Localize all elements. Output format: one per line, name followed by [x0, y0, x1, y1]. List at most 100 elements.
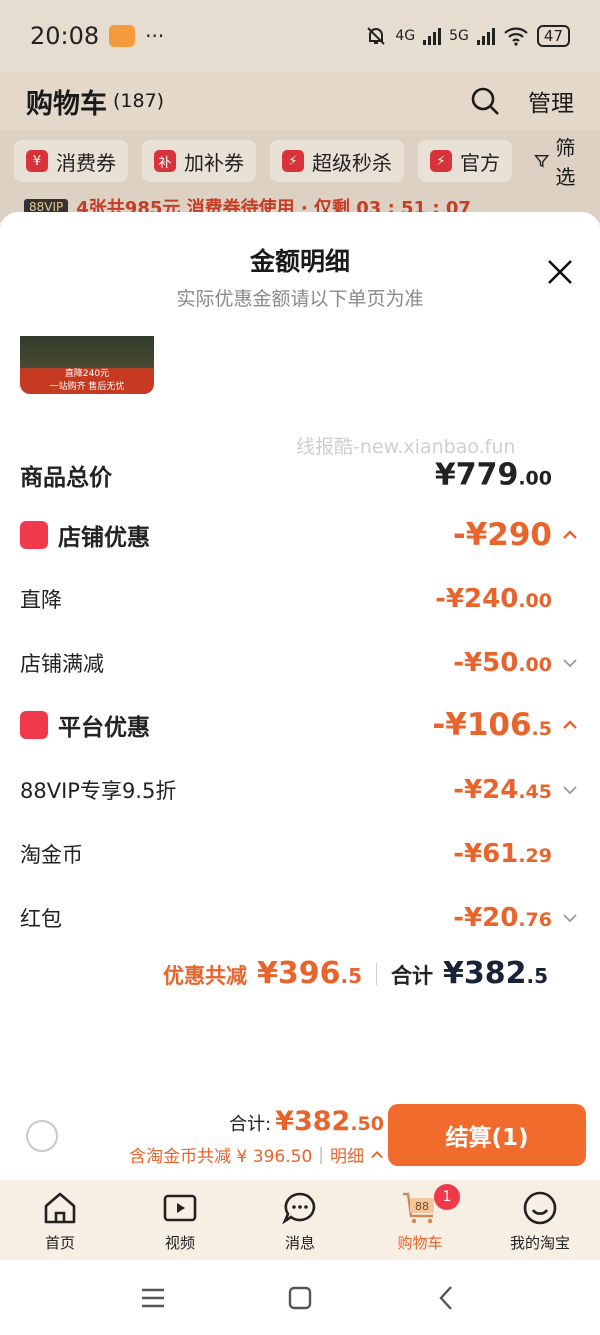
amount-dec: .5 — [526, 964, 548, 988]
chevron-down-icon[interactable] — [562, 782, 578, 798]
status-indicators: 4G 5G 47 — [365, 25, 570, 47]
cart-header: 购物车 (187) 管理 — [0, 72, 600, 130]
row-amount: -¥20.76 — [453, 903, 552, 933]
checkout-bar: 合计: ¥382.50 含淘金币共减 ¥ 396.50 | 明细 结算(1) — [0, 1094, 600, 1180]
amount-int: ¥779 — [434, 457, 519, 493]
store-icon — [20, 521, 48, 549]
checkout-total-value: ¥382.50 — [275, 1106, 384, 1137]
tab-label: 购物车 — [397, 1233, 443, 1252]
amount-dec: .00 — [518, 654, 552, 676]
home-square-icon[interactable] — [285, 1283, 315, 1313]
amount-dec: .5 — [531, 718, 552, 740]
row-label: 直降 — [20, 588, 62, 612]
tab-cart[interactable]: 88 1 购物车 — [360, 1180, 480, 1260]
discount-total-label: 优惠共减 — [162, 964, 247, 988]
profile-smile-icon — [523, 1191, 557, 1224]
search-icon[interactable] — [470, 86, 500, 116]
chevron-down-icon[interactable] — [562, 910, 578, 926]
row-amount: -¥240.00 — [435, 584, 552, 614]
divider — [375, 962, 377, 985]
row-label: 红包 — [20, 907, 62, 931]
select-all-checkbox[interactable] — [26, 1120, 58, 1152]
chip-flash-sale[interactable]: ⚡ 超级秒杀 — [270, 140, 404, 182]
chevron-down-icon[interactable] — [562, 655, 578, 671]
tab-video[interactable]: 视频 — [120, 1180, 240, 1260]
lightning-icon: ⚡ — [430, 150, 452, 172]
tab-home[interactable]: 首页 — [0, 1180, 120, 1260]
amount-dec: .50 — [350, 1113, 384, 1135]
row-label: 商品总价 — [20, 465, 112, 491]
row-platform-discount[interactable]: 平台优惠 -¥106.5 — [0, 700, 600, 750]
sheet-subtitle: 实际优惠金额请以下单页为准 — [176, 288, 424, 310]
chip-consumer-coupon[interactable]: ¥ 消费券 — [14, 140, 128, 182]
chip-label: 消费券 — [56, 150, 116, 175]
signal-icon — [423, 27, 442, 45]
thumb-slogan-text: 一站购齐 售后无忧 — [49, 382, 125, 392]
row-store-discount[interactable]: 店铺优惠 -¥290 — [0, 510, 600, 560]
network-4g-label: 4G — [395, 28, 416, 44]
app-notification-icon — [109, 25, 136, 47]
signal-icon — [476, 27, 495, 45]
system-nav-bar — [0, 1260, 600, 1335]
cart-item-count: (187) — [113, 90, 165, 112]
menu-icon[interactable] — [138, 1283, 168, 1313]
row-store-full-reduction[interactable]: 店铺满减 -¥50.00 — [0, 638, 600, 688]
wifi-icon — [504, 27, 528, 46]
amount-dec: .00 — [518, 590, 552, 612]
row-amount: -¥106.5 — [432, 707, 552, 743]
close-icon[interactable] — [546, 258, 574, 286]
manage-button[interactable]: 管理 — [528, 84, 574, 118]
lightning-icon: ⚡ — [282, 150, 304, 172]
row-direct-cut: 直降 -¥240.00 — [0, 574, 600, 624]
amount-dec: .76 — [518, 909, 552, 931]
row-amount: ¥779.00 — [435, 458, 552, 493]
tab-messages[interactable]: 消息 — [240, 1180, 360, 1260]
discount-note-text: 含淘金币共减 ¥ 396.50 — [129, 1147, 313, 1167]
amount-int: -¥106 — [432, 707, 532, 743]
chip-label: 官方 — [460, 150, 500, 175]
row-amount: -¥290 — [453, 517, 552, 553]
row-red-packet[interactable]: 红包 -¥20.76 — [0, 893, 600, 943]
filter-button[interactable]: 筛选 — [526, 132, 586, 190]
sheet-title: 金额明细 — [249, 247, 350, 276]
checkout-total-label: 合计: — [229, 1114, 272, 1135]
amount-int: -¥50 — [453, 648, 519, 678]
chevron-up-icon[interactable] — [562, 717, 578, 733]
filter-icon — [534, 154, 550, 168]
chip-label: 加补券 — [184, 150, 244, 175]
checkout-button[interactable]: 结算(1) — [388, 1104, 586, 1166]
amount-int: ¥382 — [275, 1106, 351, 1137]
video-icon — [163, 1194, 197, 1221]
row-vip-discount[interactable]: 88VIP专享9.5折 -¥24.45 — [0, 765, 600, 815]
tab-label: 视频 — [164, 1233, 195, 1252]
discount-total-value: ¥396.5 — [257, 956, 362, 991]
coupon-icon: ¥ — [26, 150, 48, 172]
platform-coupon-icon — [20, 711, 48, 739]
network-5g-label: 5G — [449, 28, 469, 44]
status-more: ··· — [145, 24, 165, 48]
filter-chips: ¥ 消费券 补 加补券 ⚡ 超级秒杀 ⚡ 官方 筛选 — [0, 130, 600, 192]
chip-label: 超级秒杀 — [312, 150, 392, 175]
grand-total-label: 合计 — [390, 964, 433, 988]
battery-icon: 47 — [536, 25, 570, 47]
amount-dec: .29 — [518, 845, 552, 867]
thumb-promo-text: 直降240元 — [64, 369, 110, 379]
status-time: 20:08 — [30, 22, 100, 50]
chevron-up-icon[interactable] — [562, 527, 578, 543]
discount-summary: 优惠共减 ¥396.5 合计 ¥382.5 — [163, 956, 548, 991]
page-title: 购物车 — [26, 88, 107, 120]
cart-icon-count: 88 — [415, 1200, 429, 1213]
back-icon[interactable] — [432, 1283, 462, 1313]
divider: | — [318, 1144, 324, 1165]
tab-my-taobao[interactable]: 我的淘宝 — [480, 1180, 600, 1260]
amount-int: -¥24 — [453, 775, 519, 805]
row-label: 店铺满减 — [20, 652, 104, 676]
chip-subsidy-coupon[interactable]: 补 加补券 — [142, 140, 256, 182]
mute-bell-icon — [367, 27, 386, 45]
detail-toggle[interactable]: 明细 — [330, 1142, 364, 1167]
chip-official[interactable]: ⚡ 官方 — [418, 140, 512, 182]
chevron-up-icon[interactable] — [370, 1148, 384, 1162]
message-icon — [282, 1192, 316, 1225]
subsidy-icon: 补 — [154, 150, 176, 172]
status-bar: 20:08 ··· 4G 5G 47 — [0, 0, 600, 72]
